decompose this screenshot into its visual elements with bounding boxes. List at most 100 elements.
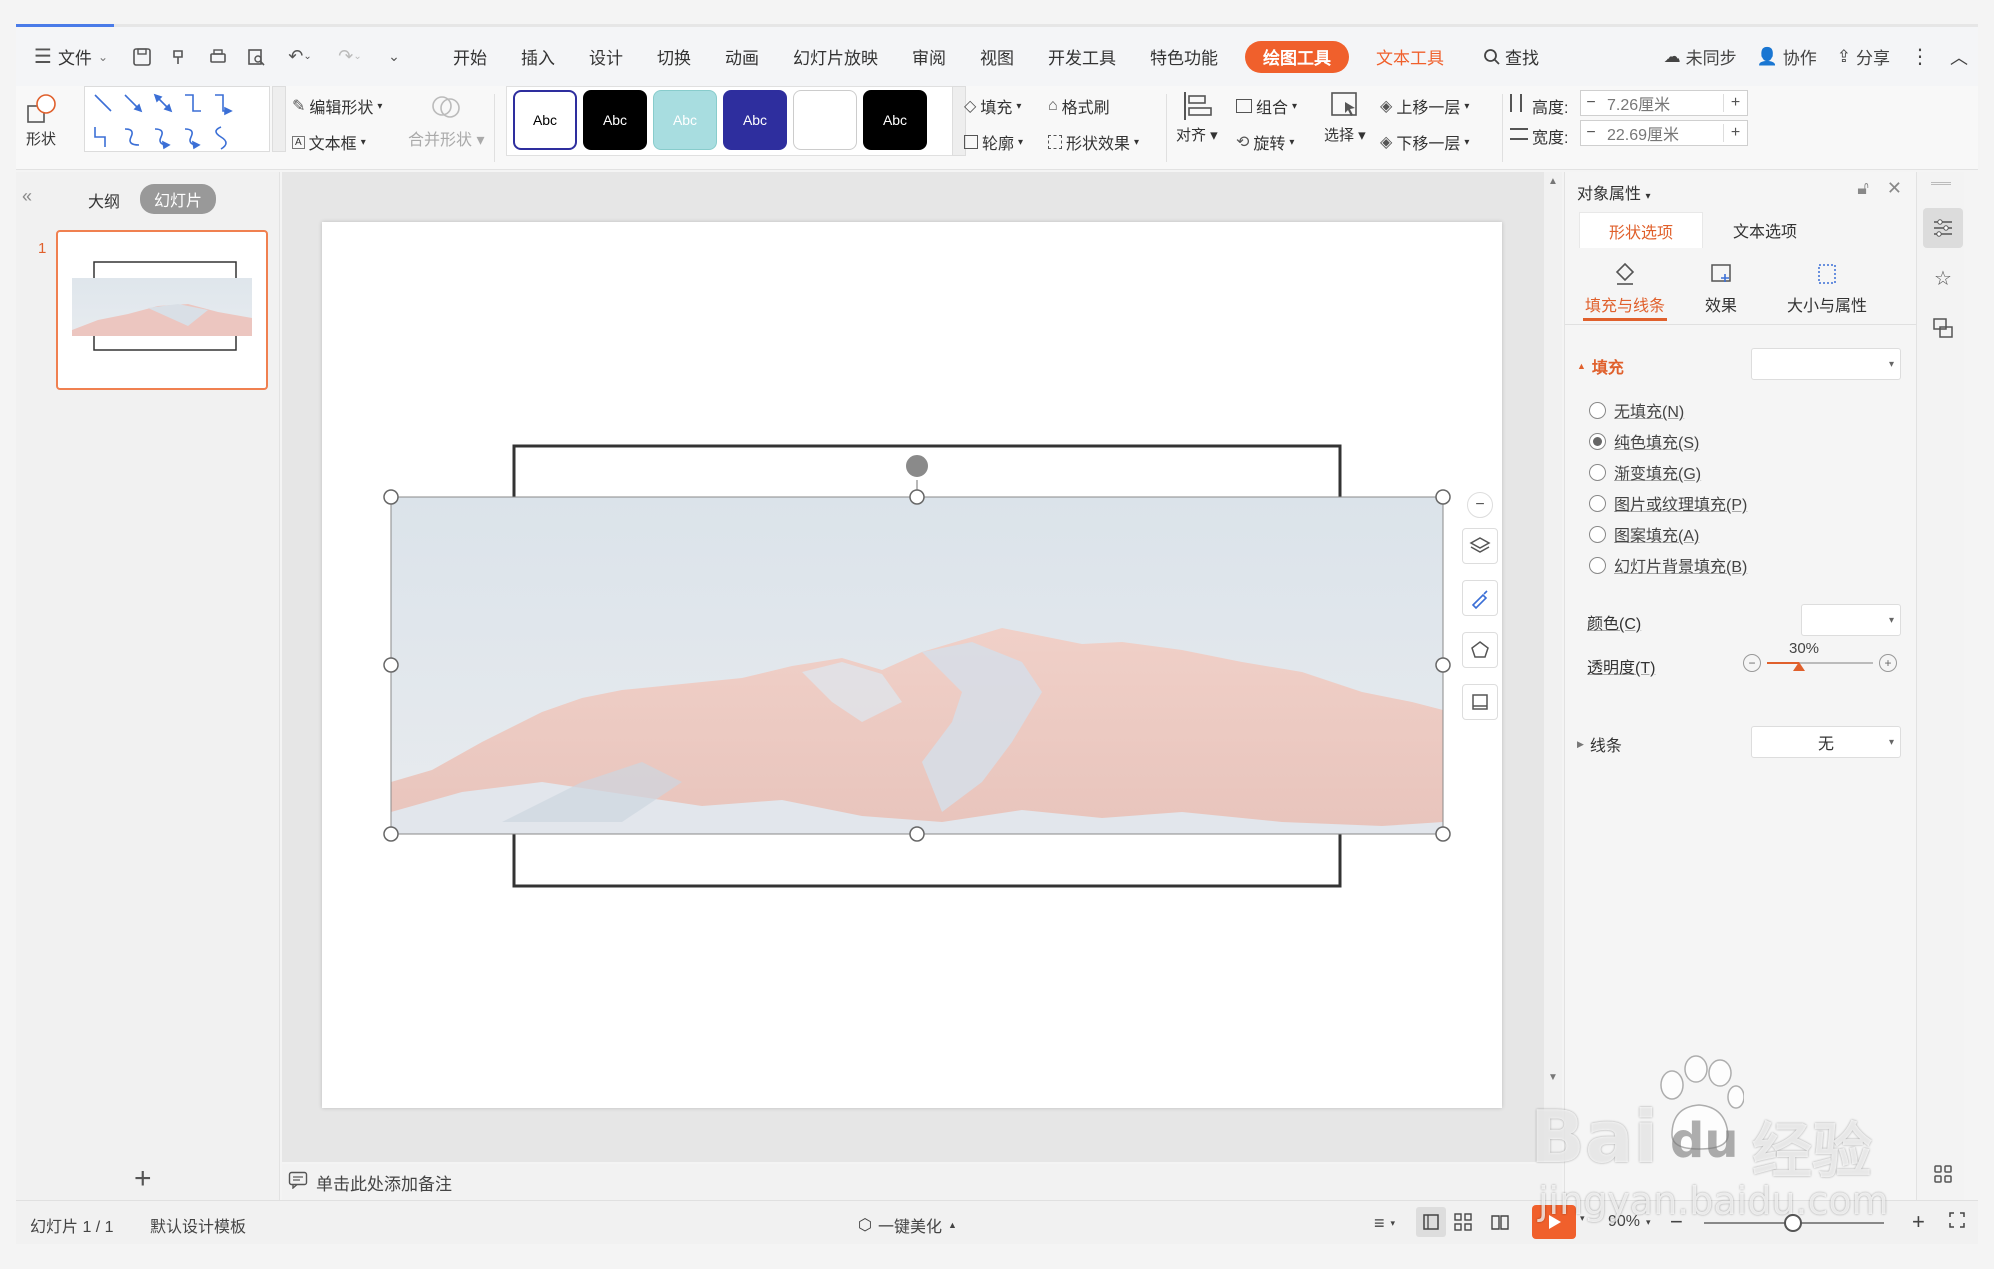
scroll-up-icon[interactable]: ▲ — [1548, 176, 1558, 187]
shape-gallery-scroll[interactable] — [272, 86, 286, 152]
style-swatch-4[interactable]: Abc — [723, 90, 787, 150]
edit-shape-button[interactable]: ✎ 编辑形状 ▾ — [292, 94, 382, 118]
tab-home[interactable]: 开始 — [436, 27, 504, 86]
shape-fill-icon[interactable] — [1462, 632, 1498, 668]
fill-button[interactable]: ◇ 填充 ▾ — [964, 94, 1021, 118]
radio-slide-background-fill[interactable]: 幻灯片背景填充(B) — [1589, 553, 1747, 577]
tab-text-options[interactable]: 文本选项 — [1703, 212, 1827, 248]
tab-slides[interactable]: 幻灯片 — [140, 184, 217, 214]
undo-icon[interactable]: ↶ ⌄ — [282, 45, 318, 69]
sync-button[interactable]: ☁ 未同步 — [1664, 44, 1737, 69]
transparency-decrease[interactable]: − — [1743, 654, 1761, 672]
transparency-knob[interactable] — [1793, 662, 1805, 671]
lock-icon[interactable]: 🔓︎ — [1857, 178, 1869, 199]
collapse-ribbon-icon[interactable]: ︿ — [1950, 44, 1968, 70]
textbox-button[interactable]: A 文本框 ▾ — [292, 130, 366, 154]
resize-handle-bottom[interactable] — [909, 826, 925, 842]
animation-star-icon[interactable]: ☆ — [1923, 258, 1963, 298]
radio-solid-fill[interactable]: 纯色填充(S) — [1589, 429, 1699, 453]
share-button[interactable]: ⇪ 分享 — [1837, 44, 1890, 69]
mountain-picture[interactable] — [391, 497, 1443, 834]
height-value[interactable]: 7.26厘米 — [1601, 91, 1723, 115]
shape-button[interactable]: 形状 — [24, 92, 58, 149]
print-icon[interactable] — [206, 45, 230, 69]
style-swatch-5[interactable] — [793, 90, 857, 150]
rotate-handle[interactable] — [904, 453, 930, 479]
beautify-button[interactable]: ⬡ 一键美化 ▲ — [858, 1213, 957, 1237]
resize-handle-bottom-right[interactable] — [1435, 826, 1451, 842]
tab-slideshow[interactable]: 幻灯片放映 — [776, 27, 895, 86]
close-icon[interactable]: ✕ — [1887, 178, 1902, 199]
reading-view-icon[interactable] — [1490, 1213, 1510, 1231]
collapse-toolbar-icon[interactable]: − — [1467, 492, 1493, 518]
slide-thumbnail[interactable] — [56, 230, 268, 390]
normal-view-icon[interactable] — [1416, 1207, 1446, 1237]
tab-review[interactable]: 审阅 — [895, 27, 963, 86]
brush-icon[interactable] — [1462, 580, 1498, 616]
radio-picture-fill[interactable]: 图片或纹理填充(P) — [1589, 491, 1747, 515]
slide-canvas[interactable] — [322, 222, 1502, 1108]
redo-icon[interactable]: ↷ ⌄ — [332, 45, 368, 69]
height-increment[interactable]: + — [1723, 94, 1747, 112]
vertical-scrollbar[interactable]: ▲ ▼ — [1544, 172, 1562, 1162]
search-button[interactable]: 查找 — [1483, 44, 1539, 69]
style-swatch-2[interactable]: Abc — [583, 90, 647, 150]
design-template[interactable]: 默认设计模板 — [150, 1213, 246, 1237]
merge-shape-button[interactable]: 合并形状 ▾ — [408, 92, 485, 150]
height-stepper[interactable]: − 7.26厘米 + — [1580, 90, 1748, 116]
width-decrement[interactable]: − — [1581, 124, 1601, 142]
align-button[interactable]: 对齐 ▾ — [1176, 90, 1218, 145]
transparency-increase[interactable]: + — [1879, 654, 1897, 672]
shape-gallery[interactable] — [84, 86, 270, 152]
width-value[interactable]: 22.69厘米 — [1601, 121, 1723, 145]
style-swatch-3[interactable]: Abc — [653, 90, 717, 150]
sub-tab-fill-line[interactable]: 填充与线条 — [1575, 256, 1675, 316]
radio-gradient-fill[interactable]: 渐变填充(G) — [1589, 460, 1701, 484]
width-stepper[interactable]: − 22.69厘米 + — [1580, 120, 1748, 146]
more-options-icon[interactable]: ⋮ — [1910, 44, 1930, 69]
resize-handle-left[interactable] — [383, 657, 399, 673]
shape-effect-button[interactable]: 形状效果 ▾ — [1048, 130, 1139, 154]
fill-preset-dropdown[interactable]: ▾ — [1751, 348, 1901, 380]
send-backward-button[interactable]: ◈ 下移一层 ▾ — [1380, 130, 1469, 154]
customize-toolbar-icon[interactable]: ⌄ — [382, 45, 406, 69]
save-icon[interactable] — [130, 45, 154, 69]
slide-sorter-icon[interactable] — [1454, 1213, 1472, 1231]
resize-handle-top[interactable] — [909, 489, 925, 505]
line-section-toggle[interactable]: ▶ 线条 — [1577, 732, 1622, 756]
width-increment[interactable]: + — [1723, 124, 1747, 142]
file-menu[interactable]: ☰ 文件 ⌄ — [16, 27, 120, 86]
radio-no-fill[interactable]: 无填充(N) — [1589, 398, 1684, 422]
sub-tab-effect[interactable]: 效果 — [1671, 256, 1771, 316]
resize-handle-top-right[interactable] — [1435, 489, 1451, 505]
fill-section-toggle[interactable]: ▲ 填充 — [1577, 354, 1624, 378]
tab-view[interactable]: 视图 — [963, 27, 1031, 86]
panel-title[interactable]: 对象属性 ▾ — [1577, 180, 1651, 204]
style-swatch-6[interactable]: Abc — [863, 90, 927, 150]
crop-icon[interactable] — [1462, 684, 1498, 720]
select-button[interactable]: 选择 ▾ — [1324, 90, 1366, 145]
rotate-button[interactable]: ⟲ 旋转 ▾ — [1236, 130, 1294, 154]
layers-icon[interactable] — [1462, 528, 1498, 564]
tab-design[interactable]: 设计 — [572, 27, 640, 86]
properties-settings-icon[interactable] — [1923, 208, 1963, 248]
transparency-slider[interactable]: − 30% + — [1743, 640, 1903, 680]
collapse-panel-icon[interactable]: « — [22, 186, 32, 207]
tab-developer[interactable]: 开发工具 — [1031, 27, 1133, 86]
group-button[interactable]: 组合 ▾ — [1236, 94, 1297, 118]
resize-handle-bottom-left[interactable] — [383, 826, 399, 842]
style-swatch-1[interactable]: Abc — [513, 90, 577, 150]
radio-pattern-fill[interactable]: 图案填充(A) — [1589, 522, 1699, 546]
print-preview-icon[interactable] — [244, 45, 268, 69]
height-decrement[interactable]: − — [1581, 94, 1601, 112]
notes-area[interactable]: 单击此处添加备注 — [282, 1164, 1562, 1200]
add-slide-button[interactable]: + — [134, 1162, 152, 1196]
tab-drawing-tools[interactable]: 绘图工具 — [1245, 40, 1349, 73]
color-dropdown[interactable]: ▾ — [1801, 604, 1901, 636]
fit-window-icon[interactable] — [1948, 1211, 1966, 1229]
sub-tab-size-properties[interactable]: 大小与属性 — [1767, 256, 1887, 316]
notes-toggle-icon[interactable]: ≡ ▾ — [1374, 1213, 1395, 1234]
tab-animations[interactable]: 动画 — [708, 27, 776, 86]
tab-outline[interactable]: 大纲 — [88, 188, 120, 212]
resize-handle-top-left[interactable] — [383, 489, 399, 505]
